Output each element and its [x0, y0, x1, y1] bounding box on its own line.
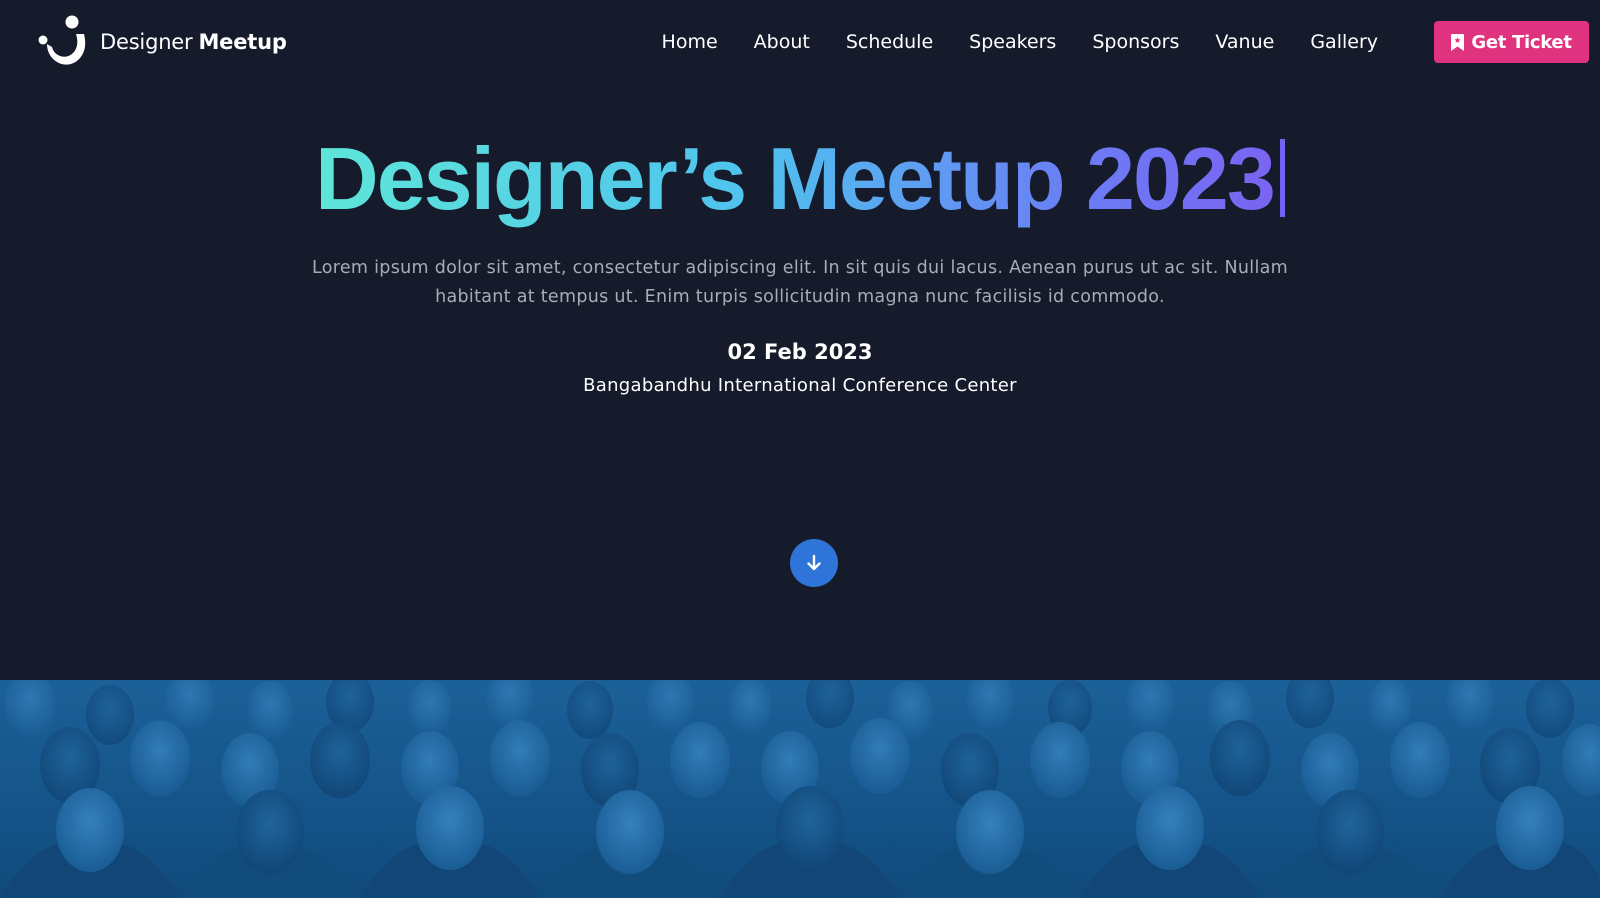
event-venue: Bangabandhu International Conference Cen… — [583, 375, 1017, 396]
crowd-photo-illustration — [0, 680, 1600, 898]
nav-item-about[interactable]: About — [754, 28, 810, 56]
main-nav: Home About Schedule Speakers Sponsors Va… — [626, 28, 1378, 56]
site-header: Designer Meetup Home About Schedule Speak… — [0, 0, 1600, 84]
nav-item-sponsors[interactable]: Sponsors — [1092, 28, 1179, 56]
nav-item-gallery[interactable]: Gallery — [1310, 28, 1378, 56]
hero-title-text: Designer’s Meetup 2023 — [315, 129, 1276, 228]
nav-item-schedule[interactable]: Schedule — [846, 28, 933, 56]
get-ticket-label: Get Ticket — [1471, 31, 1572, 53]
logo-text: Designer Meetup — [100, 30, 287, 54]
hero-title: Designer’s Meetup 2023 — [0, 124, 1600, 234]
landing-page: Designer Meetup Home About Schedule Speak… — [0, 0, 1600, 898]
event-date: 02 Feb 2023 — [727, 340, 873, 364]
smile-person-logo-icon — [38, 15, 86, 65]
logo-text-light: Designer — [100, 30, 193, 54]
site-logo[interactable]: Designer Meetup — [38, 14, 287, 70]
nav-item-home[interactable]: Home — [662, 28, 718, 56]
bookmark-icon — [1451, 33, 1465, 51]
nav-item-vanue[interactable]: Vanue — [1215, 28, 1274, 56]
typing-cursor — [1279, 139, 1285, 217]
crowd-photo — [0, 680, 1600, 898]
arrow-down-icon — [807, 554, 821, 571]
get-ticket-button[interactable]: Get Ticket — [1434, 21, 1589, 63]
nav-item-speakers[interactable]: Speakers — [969, 28, 1056, 56]
scroll-down-button[interactable] — [790, 539, 838, 587]
logo-text-bold: Meetup — [198, 30, 287, 54]
hero-description: Lorem ipsum dolor sit amet, consectetur … — [312, 258, 1288, 307]
